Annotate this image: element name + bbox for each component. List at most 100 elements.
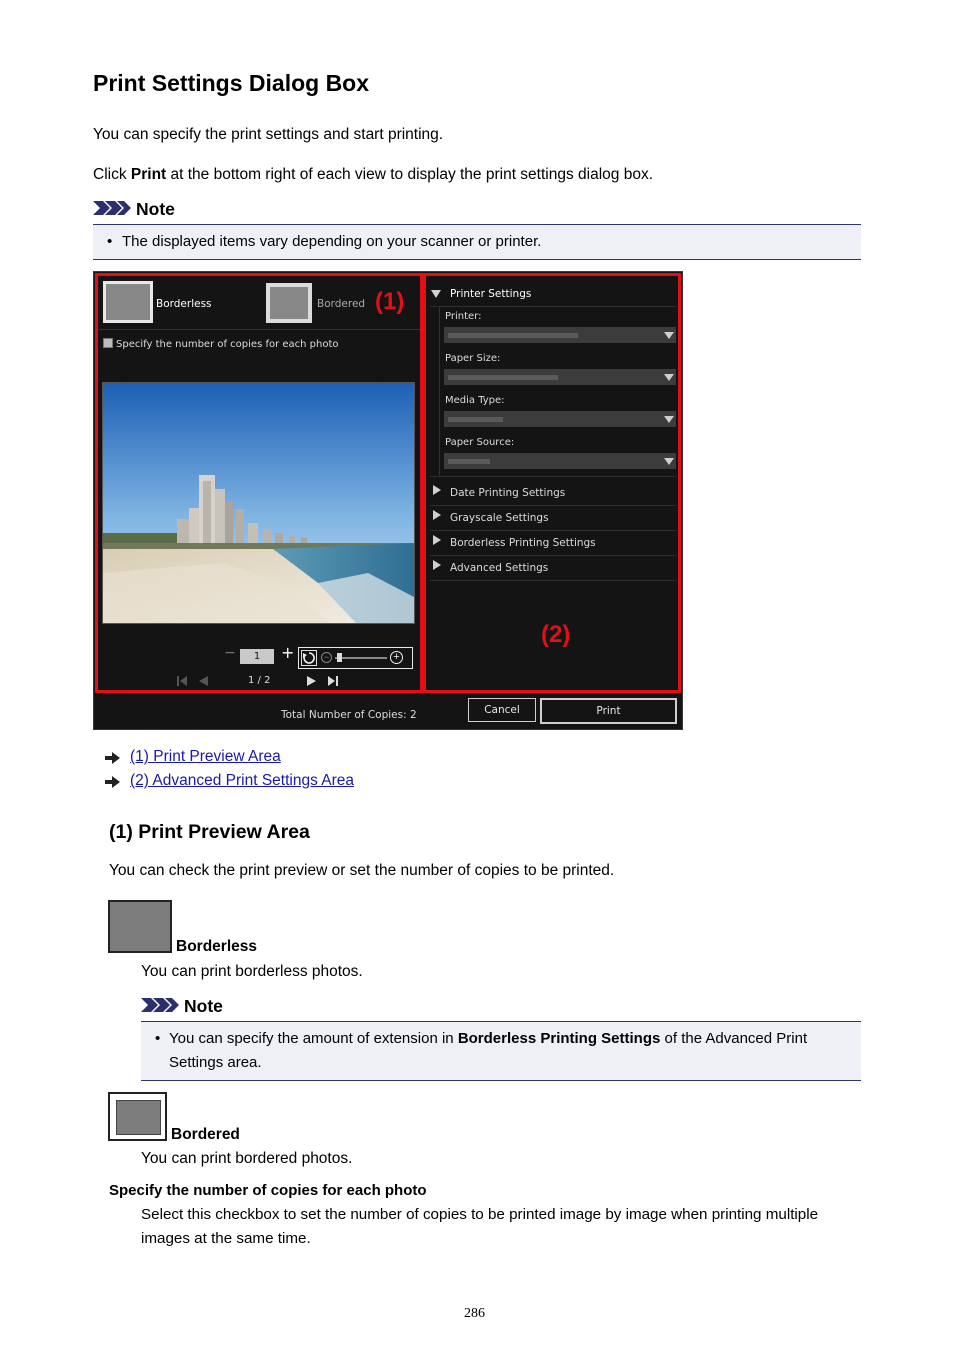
printer-select[interactable] (444, 327, 676, 343)
date-printing-settings[interactable]: Date Printing Settings (450, 487, 565, 499)
chevron-down-icon (664, 416, 674, 423)
first-page-icon[interactable] (176, 674, 188, 686)
note-text: The displayed items vary depending on yo… (122, 233, 542, 250)
click-post: at the bottom right of each view to disp… (166, 166, 654, 183)
divider (430, 530, 676, 531)
click-bold: Print (130, 166, 167, 183)
previous-page-icon[interactable] (197, 674, 209, 686)
total-copies-text: Total Number of Copies: 2 (281, 709, 417, 721)
borderless-description: You can print borderless photos. (141, 963, 363, 980)
advanced-print-settings-area: Printer Settings Printer: Paper Size: Me… (423, 273, 681, 693)
chevron-down-icon (664, 374, 674, 381)
expand-down-icon[interactable] (431, 290, 441, 298)
borderless-printing-settings[interactable]: Borderless Printing Settings (450, 537, 596, 549)
callout-1: (1) (375, 288, 405, 315)
blurred-value (448, 333, 578, 338)
section-title: (1) Print Preview Area (109, 821, 310, 843)
group-line (439, 307, 440, 475)
callout-2: (2) (541, 621, 571, 648)
preview-photo (102, 382, 415, 624)
copies-checkbox-label: Specify the number of copies for each ph… (116, 339, 339, 350)
divider (430, 580, 676, 581)
blurred-value (448, 459, 490, 464)
specify-heading: Specify the number of copies for each ph… (109, 1182, 427, 1199)
borderless-thumb-icon[interactable] (103, 281, 153, 323)
advanced-settings[interactable]: Advanced Settings (450, 562, 548, 574)
last-page-icon[interactable] (327, 674, 339, 686)
copies-checkbox[interactable] (103, 338, 113, 348)
note-arrows-icon (93, 198, 133, 220)
arrow-right-icon (105, 751, 121, 764)
printer-settings-heading[interactable]: Printer Settings (450, 288, 531, 300)
specify-text-line2: images at the same time. (141, 1230, 311, 1247)
arrow-right-icon (105, 775, 121, 788)
print-button[interactable]: Print (540, 698, 677, 724)
note-arrows-icon (141, 995, 181, 1017)
note-title: Note (136, 199, 175, 219)
expand-right-icon[interactable] (433, 510, 441, 520)
printer-label: Printer: (445, 311, 482, 322)
bordered-heading: Bordered (171, 1126, 240, 1143)
chevron-down-icon (664, 332, 674, 339)
divider (430, 306, 676, 307)
page-indicator: 1 / 2 (248, 675, 271, 686)
bordered-label: Bordered (317, 298, 366, 310)
note2-bold: Borderless Printing Settings (457, 1030, 661, 1047)
note-bullet: • (107, 233, 113, 250)
note2-pre: You can specify the amount of extension … (169, 1030, 458, 1047)
zoom-slider-track[interactable] (335, 657, 387, 659)
page-title: Print Settings Dialog Box (93, 70, 370, 96)
divider (430, 555, 676, 556)
paper-source-label: Paper Source: (445, 437, 515, 448)
paper-source-select[interactable] (444, 453, 676, 469)
note-text-line1: You can specify the amount of extension … (169, 1030, 807, 1047)
click-print-text: Click Print at the bottom right of each … (93, 166, 653, 184)
link-advanced-print-settings-area[interactable]: (2) Advanced Print Settings Area (130, 772, 354, 790)
note-bullet: • (155, 1030, 161, 1047)
note-box: • You can specify the amount of extensio… (141, 1021, 861, 1081)
chevron-down-icon (664, 458, 674, 465)
blurred-value (448, 375, 558, 380)
paper-size-label: Paper Size: (445, 353, 501, 364)
paper-size-select[interactable] (444, 369, 676, 385)
beach-photo-image (103, 383, 414, 623)
grayscale-settings[interactable]: Grayscale Settings (450, 512, 549, 524)
bordered-thumb-icon[interactable] (266, 283, 312, 323)
link-print-preview-area[interactable]: (1) Print Preview Area (130, 748, 281, 766)
bordered-description: You can print bordered photos. (141, 1150, 353, 1167)
print-preview-area: Borderless Bordered (1) Specify the numb… (95, 273, 423, 693)
note2-post: of the Advanced Print (660, 1030, 808, 1047)
expand-right-icon[interactable] (433, 485, 441, 495)
bordered-large-icon (108, 1092, 167, 1141)
copies-input[interactable]: 1 (240, 649, 274, 664)
zoom-slider-handle[interactable] (337, 653, 342, 662)
rotate-zoom-group: − + (298, 647, 413, 669)
rotate-icon[interactable] (301, 650, 317, 666)
note-text-line2: Settings area. (169, 1054, 262, 1071)
next-page-icon[interactable] (306, 674, 318, 686)
specify-text-line1: Select this checkbox to set the number o… (141, 1206, 819, 1223)
decrease-copies-button[interactable]: − (224, 645, 236, 661)
cancel-button[interactable]: Cancel (468, 698, 536, 722)
borderless-large-icon (108, 900, 172, 953)
zoom-out-icon[interactable]: − (321, 652, 332, 663)
divider (98, 329, 420, 330)
divider (430, 476, 676, 477)
borderless-label: Borderless (156, 298, 212, 310)
media-type-select[interactable] (444, 411, 676, 427)
blurred-value (448, 417, 503, 422)
note-box: • The displayed items vary depending on … (93, 224, 861, 260)
note-title: Note (184, 996, 223, 1016)
borderless-heading: Borderless (176, 938, 257, 955)
increase-copies-button[interactable]: + (281, 643, 294, 662)
divider (430, 505, 676, 506)
bordered-inner (116, 1100, 161, 1135)
click-pre: Click (93, 166, 131, 183)
media-type-label: Media Type: (445, 395, 505, 406)
section-intro: You can check the print preview or set t… (109, 862, 615, 879)
expand-right-icon[interactable] (433, 560, 441, 570)
page-number: 286 (464, 1306, 485, 1321)
zoom-in-icon[interactable]: + (390, 651, 403, 664)
intro-text: You can specify the print settings and s… (93, 126, 444, 143)
expand-right-icon[interactable] (433, 535, 441, 545)
